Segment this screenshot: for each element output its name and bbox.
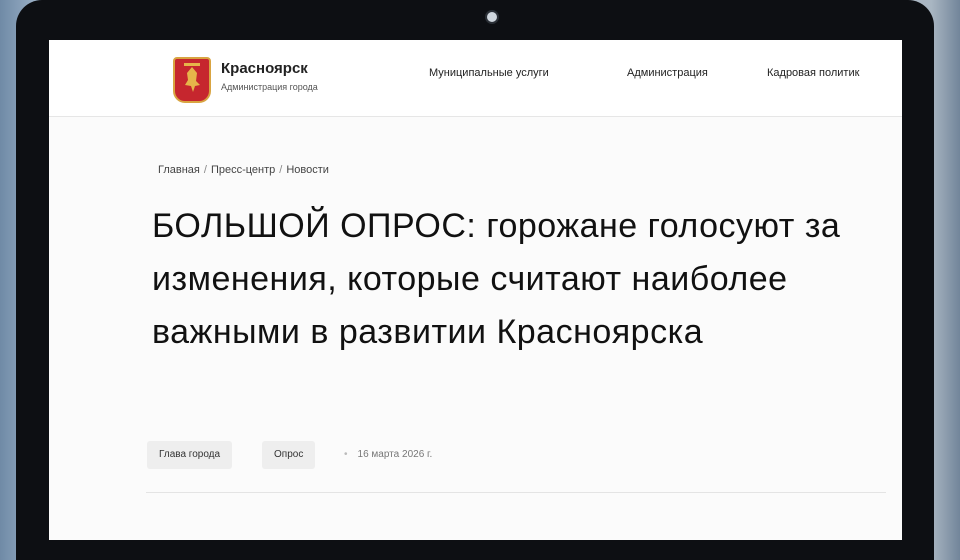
nav-link-hr-policy[interactable]: Кадровая политик: [767, 67, 859, 79]
breadcrumb-item-news[interactable]: Новости: [286, 164, 329, 176]
breadcrumb-separator: /: [279, 164, 283, 176]
article-title: БОЛЬШОЙ ОПРОС: горожане голосуют за изме…: [152, 207, 841, 351]
breadcrumb-item-home[interactable]: Главная: [158, 164, 200, 176]
tag-city-head[interactable]: Глава города: [147, 441, 233, 469]
tag-survey[interactable]: Опрос: [262, 441, 316, 469]
browser-viewport: Красноярск Администрация города Муниципа…: [49, 40, 902, 540]
article-date: • 16 марта 2026 г.: [344, 441, 432, 469]
breadcrumb: Главная / Пресс-центр / Новости: [158, 164, 329, 176]
breadcrumb-separator: /: [203, 164, 207, 176]
webcam-icon: [487, 12, 497, 22]
nav-link-municipal-services[interactable]: Муниципальные услуги: [429, 67, 549, 79]
article-date-text: 16 марта 2026 г.: [357, 449, 433, 460]
site-name[interactable]: Красноярск: [221, 60, 308, 77]
nav-link-administration[interactable]: Администрация: [627, 67, 708, 79]
date-bullet-icon: •: [344, 449, 348, 460]
site-subtitle: Администрация города: [221, 82, 318, 92]
site-header: Красноярск Администрация города Муниципа…: [49, 40, 902, 117]
content-divider: [146, 492, 886, 493]
city-emblem-icon[interactable]: [173, 57, 211, 103]
breadcrumb-item-press-center[interactable]: Пресс-центр: [211, 164, 275, 176]
